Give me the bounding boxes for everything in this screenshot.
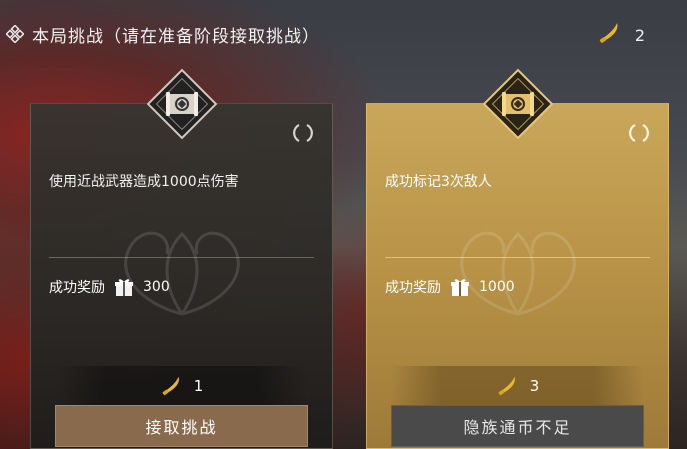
divider bbox=[385, 257, 650, 258]
currency-balance: 2 bbox=[597, 20, 645, 50]
challenge-task: 使用近战武器造成1000点伤害 bbox=[49, 174, 239, 190]
gift-box-icon bbox=[115, 279, 133, 296]
divider bbox=[49, 257, 314, 258]
page-title: 本局挑战（请在准备阶段接取挑战） bbox=[32, 26, 320, 47]
challenge-task: 成功标记3次敌人 bbox=[385, 174, 492, 190]
insufficient-currency-button[interactable]: 隐族通币不足 bbox=[391, 405, 644, 447]
gift-box-icon bbox=[451, 279, 469, 296]
golden-blade-coin-icon bbox=[162, 376, 179, 396]
reward-value: 1000 bbox=[479, 279, 515, 295]
reward-row: 成功奖励 1000 bbox=[385, 276, 515, 298]
refresh-icon[interactable] bbox=[626, 120, 652, 146]
ornament-swirl bbox=[123, 231, 240, 316]
challenge-cost: 3 bbox=[391, 366, 644, 406]
challenge-card-mark[interactable]: 成功标记3次敌人 成功奖励 1000 3 隐族通币不足 bbox=[366, 68, 669, 449]
reward-label: 成功奖励 bbox=[49, 280, 105, 296]
reward-value: 300 bbox=[143, 279, 170, 295]
accept-challenge-button[interactable]: 接取挑战 bbox=[55, 405, 308, 447]
scroll-emblem-icon bbox=[480, 66, 556, 142]
diamond-cluster-icon bbox=[6, 25, 24, 43]
challenge-header: 本局挑战（请在准备阶段接取挑战） bbox=[6, 20, 320, 48]
reward-row: 成功奖励 300 bbox=[49, 276, 170, 298]
refresh-icon[interactable] bbox=[290, 120, 316, 146]
golden-blade-coin-icon bbox=[597, 20, 623, 50]
golden-blade-coin-icon bbox=[498, 376, 515, 396]
challenge-card-melee[interactable]: 使用近战武器造成1000点伤害 成功奖励 300 1 接取挑战 bbox=[30, 68, 333, 449]
cost-value: 3 bbox=[529, 377, 540, 395]
challenge-cost: 1 bbox=[55, 366, 308, 406]
currency-count: 2 bbox=[634, 25, 645, 45]
reward-label: 成功奖励 bbox=[385, 280, 441, 296]
ornament-swirl bbox=[459, 231, 576, 316]
scroll-emblem-icon bbox=[144, 66, 220, 142]
cost-value: 1 bbox=[193, 377, 204, 395]
